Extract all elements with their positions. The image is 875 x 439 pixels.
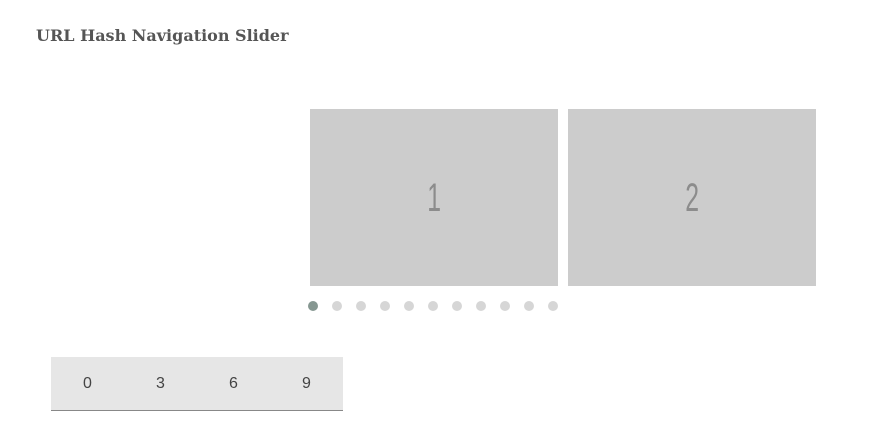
pagination-dot-7[interactable] bbox=[452, 301, 462, 311]
pagination-dot-10[interactable] bbox=[524, 301, 534, 311]
pagination-dot-4[interactable] bbox=[380, 301, 390, 311]
hash-link-9[interactable]: 9 bbox=[270, 357, 343, 410]
pagination-dot-11[interactable] bbox=[548, 301, 558, 311]
pagination-dot-6[interactable] bbox=[428, 301, 438, 311]
hash-navigation: 0 3 6 9 bbox=[51, 357, 343, 411]
pagination-dots bbox=[308, 301, 558, 311]
pagination-dot-5[interactable] bbox=[404, 301, 414, 311]
hash-link-0[interactable]: 0 bbox=[51, 357, 124, 410]
slide-number: 1 bbox=[427, 175, 441, 220]
hash-link-6[interactable]: 6 bbox=[197, 357, 270, 410]
pagination-dot-8[interactable] bbox=[476, 301, 486, 311]
slide-1[interactable]: 1 bbox=[310, 109, 558, 286]
pagination-dot-9[interactable] bbox=[500, 301, 510, 311]
pagination-dot-1[interactable] bbox=[308, 301, 318, 311]
slide-number: 2 bbox=[685, 175, 699, 220]
pagination-dot-2[interactable] bbox=[332, 301, 342, 311]
pagination-dot-3[interactable] bbox=[356, 301, 366, 311]
slide-2[interactable]: 2 bbox=[568, 109, 816, 286]
carousel-slider[interactable]: 1 2 bbox=[310, 109, 816, 286]
page-title: URL Hash Navigation Slider bbox=[36, 26, 289, 45]
hash-link-3[interactable]: 3 bbox=[124, 357, 197, 410]
